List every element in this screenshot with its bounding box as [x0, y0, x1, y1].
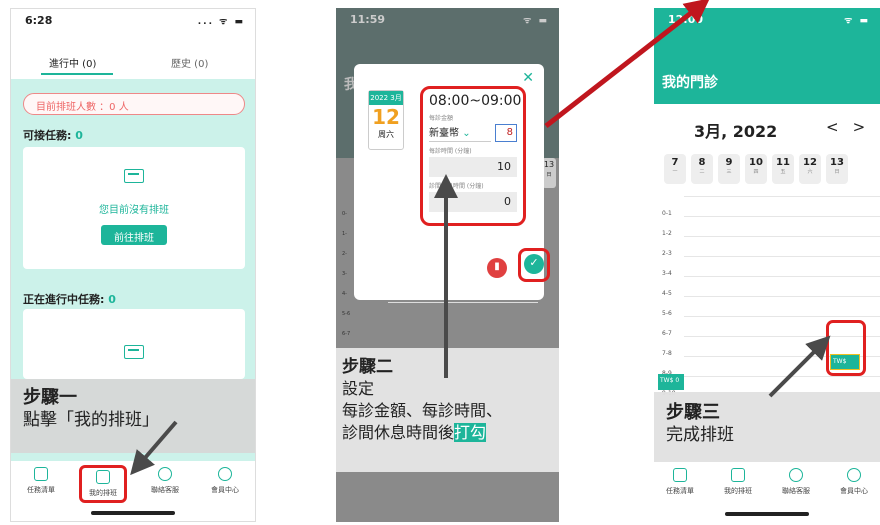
step1-arrow [130, 420, 178, 476]
annotation-arrows [130, 0, 831, 476]
red-pointer-arrow [544, 0, 710, 128]
step3-arrow [768, 335, 831, 398]
